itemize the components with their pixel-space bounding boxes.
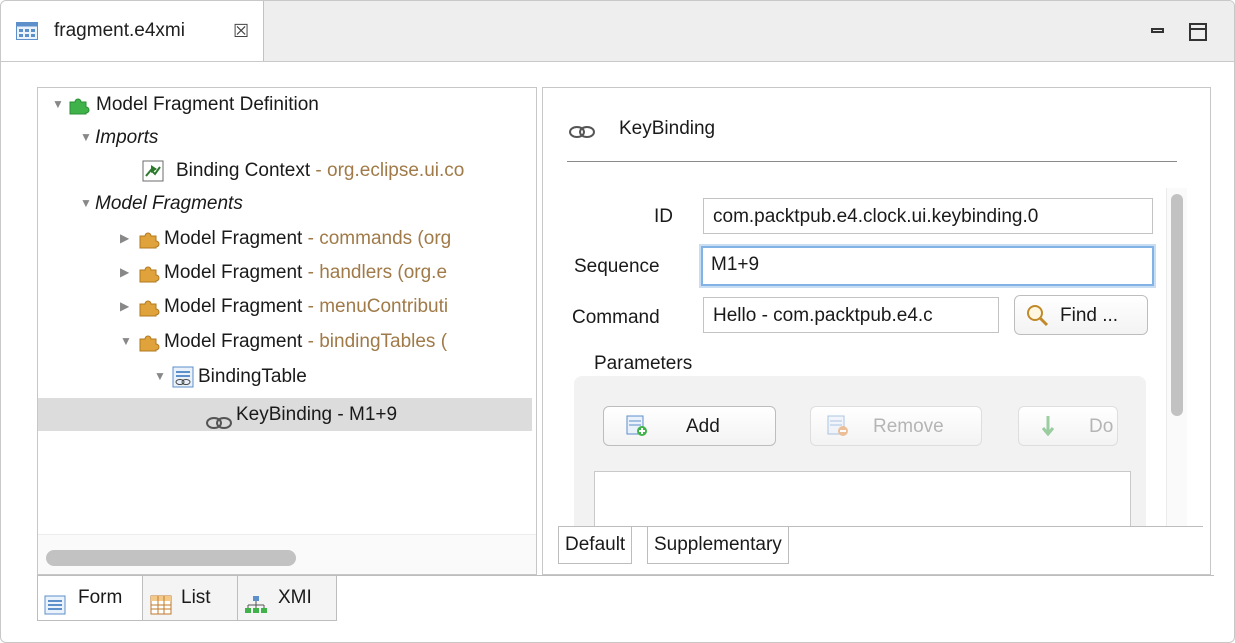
detail-panel: KeyBinding ID com.packtpub.e4.clock.ui.k… [542,87,1211,575]
tree-item-detail: - menuContributi [302,296,449,317]
expand-arrow-icon[interactable]: ▼ [120,325,132,358]
fragment-icon [138,296,160,329]
hierarchy-icon [244,588,268,632]
add-row-icon [626,415,648,443]
editor-tab[interactable]: fragment.e4xmi ☒ [1,1,264,61]
tree-item-detail: - bindingTables ( [302,331,448,352]
tree-item-label: Model Fragment [164,262,303,283]
model-tree[interactable]: ▼ Model Fragment Definition ▼ Imports Bi… [37,87,537,575]
tree-item-label: Model Fragments [95,193,243,214]
tab-xmi[interactable]: XMI [237,576,337,621]
close-icon[interactable]: ☒ [233,21,249,42]
fragment-icon [138,228,160,261]
binding-table-icon [172,366,194,399]
remove-button-label: Remove [873,416,944,437]
parameters-label: Parameters [594,353,693,374]
table-icon [150,588,172,632]
add-button[interactable]: Add [603,406,776,446]
tree-item-label: Binding Context [176,160,311,181]
find-button-label: Find ... [1060,305,1119,326]
expand-arrow-icon[interactable]: ▼ [80,121,92,154]
tree-item-detail: - commands (org [302,228,452,249]
collapse-arrow-icon[interactable]: ▶ [120,256,129,289]
title-separator [567,161,1177,162]
expand-arrow-icon[interactable]: ▼ [52,88,64,121]
tree-item-label: Model Fragment [164,296,303,317]
maximize-icon[interactable] [1189,23,1207,41]
command-field[interactable]: Hello - com.packtpub.e4.c [703,297,999,333]
tree-item-detail: - org.eclipse.ui.co [310,160,465,181]
tab-list[interactable]: List [142,576,238,621]
add-button-label: Add [686,416,720,437]
tree-item-detail: - handlers (org.e [302,262,448,283]
scrollbar-thumb[interactable] [46,550,296,566]
arrow-down-icon [1041,414,1055,444]
id-label: ID [654,206,673,227]
down-button[interactable]: Do [1018,406,1118,446]
tree-item-label: KeyBinding - M1+9 [236,404,398,425]
tree-item-label: Model Fragment [164,331,303,352]
model-editor-icon [16,22,38,46]
editor-tab-strip: fragment.e4xmi ☒ [1,1,1234,62]
sequence-label: Sequence [574,256,660,277]
tab-default[interactable]: Default [558,527,633,564]
magnifier-icon [1025,303,1049,333]
editor-tab-title: fragment.e4xmi [54,20,185,41]
form-icon [44,588,66,632]
fragment-icon [138,262,160,295]
id-field[interactable]: com.packtpub.e4.clock.ui.keybinding.0 [703,198,1153,234]
tree-item-label: Model Fragment [164,228,303,249]
down-button-label: Do [1089,416,1114,437]
horizontal-scrollbar[interactable] [38,534,536,574]
scrollbar-thumb[interactable] [1171,194,1183,416]
expand-arrow-icon[interactable]: ▼ [154,360,166,393]
command-label: Command [572,307,660,328]
collapse-arrow-icon[interactable]: ▶ [120,222,129,255]
model-editor: fragment.e4xmi ☒ ▼ Model Fragment Defini… [0,0,1235,643]
tab-list-label: List [181,587,211,608]
vertical-scrollbar[interactable] [1166,188,1187,574]
tab-xmi-label: XMI [278,587,312,608]
tree-item-label: Imports [95,127,159,148]
remove-row-icon [827,415,849,443]
find-button[interactable]: Find ... [1014,295,1148,335]
tab-form[interactable]: Form [37,576,143,621]
detail-tabs: Default Supplementary [558,526,1203,574]
tab-form-label: Form [78,587,123,608]
detail-title: KeyBinding [619,118,716,139]
remove-button[interactable]: Remove [810,406,982,446]
sequence-field[interactable]: M1+9 [701,246,1154,286]
minimize-icon[interactable] [1151,28,1164,33]
keybinding-icon [569,123,595,145]
keybinding-icon [206,408,232,441]
collapse-arrow-icon[interactable]: ▶ [120,290,129,323]
tab-supplementary[interactable]: Supplementary [647,527,789,564]
tree-item-label: Model Fragment Definition [96,94,319,115]
tree-item-label: BindingTable [198,366,307,387]
expand-arrow-icon[interactable]: ▼ [80,187,92,220]
